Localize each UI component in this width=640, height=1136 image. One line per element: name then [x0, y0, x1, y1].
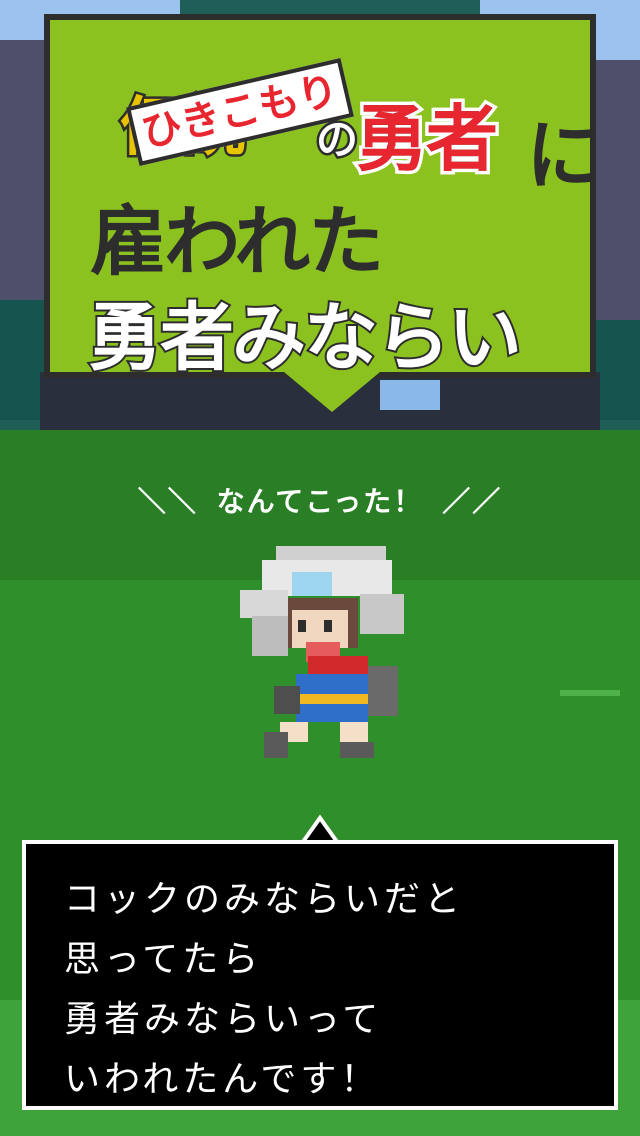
exclaim-text: なんてこった！ [216, 485, 424, 518]
title-row-1: 伝説 ひきこもり の 勇者 に [90, 58, 602, 200]
dialog-line-4: いわれたんです！ [64, 1059, 381, 1100]
grass-tuft [560, 690, 620, 696]
title-ni: に [526, 111, 602, 200]
exclaim-right-deco: ／／ [442, 485, 503, 518]
title-row-3: 勇者みならい [86, 293, 524, 383]
dialog-line-3: 勇者みならいって [64, 999, 383, 1040]
dialog-line-2: 思ってたら [64, 939, 263, 980]
title-no: の [313, 113, 360, 167]
dialog-line-1: コックのみならいだと [64, 879, 465, 920]
title-row-2: 雇われた [90, 197, 384, 286]
exclaim-caption: ＼＼ なんてこった！ ／／ [0, 480, 640, 520]
banner-arrow [284, 372, 380, 412]
title-banner: 伝説 ひきこもり の 勇者 に 雇われた 勇者みならい [44, 14, 602, 383]
exclaim-left-deco: ＼＼ [137, 485, 198, 518]
title-yusha: 勇者 [352, 94, 501, 185]
dialog-box[interactable]: コックのみならいだと 思ってたら 勇者みならいって いわれたんです！ [22, 840, 618, 1110]
